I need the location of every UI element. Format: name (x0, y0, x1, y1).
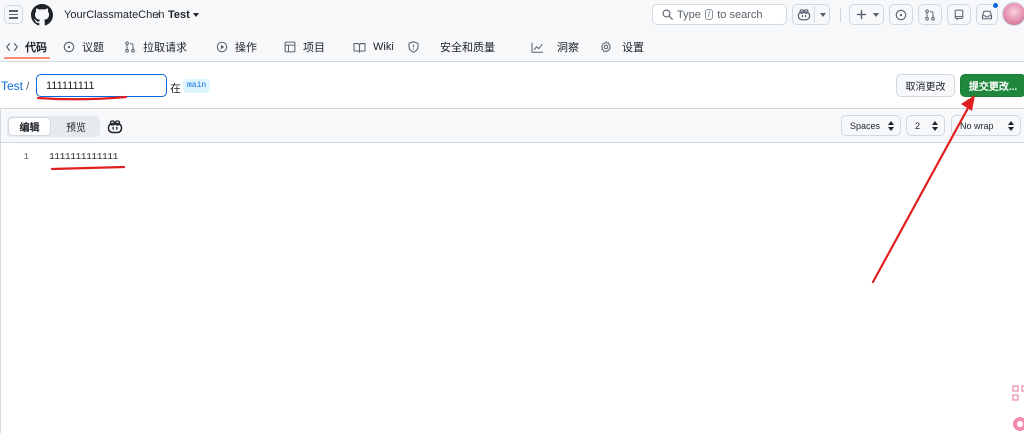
editor-toolbar: 编辑 预览 Spaces 2 No wrap (1, 109, 1024, 143)
wrap-mode-value: No wrap (960, 120, 994, 131)
split-divider (814, 6, 815, 23)
app-header: YourClassmateChen / Test Type / to searc… (0, 0, 1024, 62)
wrap-mode-select[interactable]: No wrap (951, 115, 1021, 136)
tab-security[interactable]: 安全和质量 (408, 38, 495, 56)
tab-projects-label: 项目 (303, 42, 325, 54)
code-line[interactable]: 1111111111111 (49, 151, 118, 162)
search-placeholder-prefix: Type (677, 9, 701, 21)
chevron-down-icon (873, 13, 879, 17)
top-bar: YourClassmateChen / Test Type / to searc… (0, 0, 1024, 30)
notification-dot (992, 2, 999, 9)
select-arrows-icon (1008, 121, 1015, 131)
annotation-underline-filename (36, 95, 128, 101)
copilot-icon[interactable] (107, 119, 123, 135)
code-icon (6, 42, 18, 52)
git-pull-request-icon (925, 8, 935, 21)
github-logo-icon[interactable] (31, 4, 53, 26)
select-arrows-icon (932, 121, 939, 131)
tab-insights[interactable]: 洞察 (531, 38, 579, 56)
repo-icon (954, 9, 964, 20)
copilot-icon (797, 8, 811, 20)
commit-changes-button[interactable]: 提交更改... (960, 74, 1024, 97)
book-icon (353, 42, 366, 53)
code-editor[interactable]: 1 1111111111111 (1, 143, 1024, 433)
tab-code-label: 代码 (25, 42, 47, 54)
menu-icon[interactable] (4, 5, 23, 24)
edit-preview-toggle: 编辑 预览 (7, 116, 100, 137)
tab-wiki[interactable]: Wiki (353, 38, 394, 56)
owner-link[interactable]: YourClassmateChen (64, 9, 164, 21)
search-icon (662, 9, 673, 20)
tab-insights-label: 洞察 (557, 42, 579, 54)
search-placeholder-suffix: to search (717, 9, 763, 21)
tab-actions-label: 操作 (235, 42, 257, 54)
branch-badge: main (183, 79, 211, 93)
tab-preview[interactable]: 预览 (53, 117, 99, 136)
indent-mode-value: Spaces (850, 120, 881, 131)
file-editor: 编辑 预览 Spaces 2 No wrap 1 1111111111111 (0, 108, 1024, 433)
git-pull-request-icon (125, 41, 135, 53)
owner-repo-separator: / (157, 9, 161, 21)
tab-issues-label: 议题 (82, 42, 104, 54)
tab-settings[interactable]: 设置 (600, 38, 644, 56)
qr-icon[interactable] (1012, 385, 1024, 401)
tab-actions[interactable]: 操作 (216, 38, 257, 56)
tab-wiki-label: Wiki (373, 41, 394, 53)
play-icon (216, 41, 228, 53)
cancel-changes-button[interactable]: 取消更改 (896, 74, 955, 97)
tab-pull-requests[interactable]: 拉取请求 (124, 38, 187, 56)
tab-pull-requests-label: 拉取请求 (143, 42, 187, 54)
line-number: 1 (23, 152, 29, 162)
indent-size-value: 2 (915, 120, 921, 131)
breadcrumb-separator: / (26, 79, 30, 93)
tab-code[interactable]: 代码 (6, 38, 47, 56)
chevron-down-icon[interactable] (193, 13, 199, 17)
issue-opened-icon (895, 9, 907, 20)
search-shortcut-key: / (704, 9, 714, 20)
tab-issues[interactable]: 议题 (63, 38, 104, 56)
repo-nav-tabs: 代码 议题 拉取请求 操作 项目 Wiki 安全和质量 洞察 设置 (0, 34, 1024, 58)
tab-security-label: 安全和质量 (440, 42, 495, 54)
inbox-icon (981, 10, 993, 19)
repositories-button[interactable] (947, 4, 971, 25)
assistant-icon[interactable] (1012, 416, 1024, 432)
plus-icon (856, 9, 867, 20)
select-arrows-icon (888, 121, 895, 131)
copilot-button[interactable] (792, 4, 830, 25)
create-new-button[interactable] (849, 4, 884, 25)
indent-size-select[interactable]: 2 (906, 115, 945, 136)
filename-input[interactable] (36, 74, 167, 97)
issues-button[interactable] (889, 4, 913, 25)
repo-link[interactable]: Test (168, 9, 190, 21)
indent-mode-select[interactable]: Spaces (841, 115, 901, 136)
table-icon (284, 41, 296, 53)
header-divider (840, 8, 841, 22)
pull-requests-button[interactable] (918, 4, 942, 25)
gear-icon (601, 41, 611, 53)
avatar[interactable] (1002, 2, 1024, 26)
in-branch-label: 在 (170, 83, 181, 95)
active-tab-underline (4, 57, 50, 59)
graph-icon (531, 42, 543, 53)
tab-projects[interactable]: 项目 (284, 38, 325, 56)
search-placeholder: Type / to search (677, 9, 762, 21)
chevron-down-icon[interactable] (820, 13, 826, 17)
breadcrumb-repo-link[interactable]: Test (1, 79, 23, 93)
tab-edit[interactable]: 编辑 (8, 117, 51, 136)
issue-opened-icon (63, 41, 75, 53)
tab-settings-label: 设置 (622, 42, 644, 54)
shield-icon (408, 41, 419, 53)
search-input[interactable]: Type / to search (652, 4, 787, 25)
